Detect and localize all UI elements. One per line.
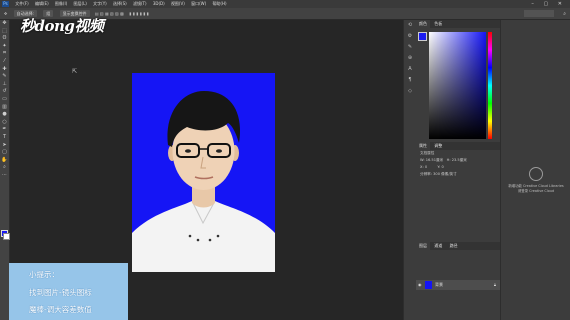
layer-thumbnail — [425, 281, 432, 289]
width-value[interactable]: 16.51厘米 — [426, 158, 443, 162]
lock-icon: 🔒︎ — [493, 282, 496, 287]
eraser-icon[interactable]: ▭ — [0, 96, 9, 104]
color-picker[interactable] — [429, 32, 492, 139]
tip-line-2: 魔棒-调大容差数值 — [29, 305, 92, 314]
glyphs-icon[interactable]: ◇ — [404, 86, 416, 97]
gradient-icon[interactable]: ▥ — [0, 104, 9, 112]
layers-panel: 图层 通道 路径 ◉ 背景 🔒︎ — [416, 242, 500, 320]
properties-tabs: 属性 调整 — [416, 142, 500, 150]
blur-icon[interactable]: ● — [0, 111, 9, 119]
menu-file[interactable]: 文件(F) — [15, 0, 28, 8]
layer-name: 背景 — [435, 282, 443, 287]
cursor-icon: ⇱ — [72, 68, 78, 75]
color-panel-tabs: 颜色 色板 — [416, 20, 500, 28]
menu-view[interactable]: 视图(V) — [171, 0, 185, 8]
magic-wand-icon[interactable]: ✦ — [0, 43, 9, 51]
menu-layer[interactable]: 图层(L) — [74, 0, 87, 8]
lasso-icon[interactable]: ʘ — [0, 35, 9, 43]
menu-image[interactable]: 图像(I) — [55, 0, 67, 8]
saturation-field[interactable] — [429, 32, 486, 139]
tip-line-1: 找到图片-镜头图标 — [29, 288, 92, 297]
more-tools-icon[interactable]: ⋯ — [0, 172, 9, 180]
menu-window[interactable]: 窗口(W) — [191, 0, 206, 8]
y-label: Y — [437, 165, 440, 169]
properties-title: 文档属性 — [420, 151, 435, 155]
height-value[interactable]: 23.5厘米 — [452, 158, 467, 162]
crop-icon[interactable]: ⌗ — [0, 50, 9, 58]
height-label: H — [446, 158, 450, 162]
tip-title: 小提示： — [29, 270, 59, 279]
size-row: W: 16.51厘米 H: 23.5厘米 — [420, 158, 467, 162]
y-value[interactable]: 0 — [441, 165, 443, 169]
marquee-icon[interactable]: ⬚ — [0, 28, 9, 36]
resolution-row: 分辨率: 300 像素/英寸 — [420, 172, 457, 176]
watermark-logo: 秒dong视频 — [20, 17, 104, 35]
panel-icon-strip: ⟲ ⚙ ✎ ⊕ A ¶ ◇ — [403, 20, 417, 320]
brush-icon[interactable]: ✎ — [0, 73, 9, 81]
x-label: X — [420, 165, 423, 169]
history-brush-icon[interactable]: ↺ — [0, 88, 9, 96]
photoshop-app-icon[interactable]: Ps — [2, 1, 9, 7]
type-icon[interactable]: T — [0, 134, 9, 142]
menu-select[interactable]: 选择(S) — [113, 0, 127, 8]
menu-edit[interactable]: 编辑(E) — [35, 0, 49, 8]
creative-cloud-icon — [529, 167, 543, 181]
id-photo[interactable] — [132, 73, 275, 272]
shape-icon[interactable]: ▢ — [0, 149, 9, 157]
brush-panel-icon[interactable]: ✎ — [404, 42, 416, 53]
eyedropper-icon[interactable]: ⁄ — [0, 58, 9, 66]
right-panels: 颜色 色板 属性 调整 文档属性 W: 16.51厘米 H: 23.5厘米 X:… — [416, 20, 500, 320]
pen-icon[interactable]: ✒ — [0, 126, 9, 134]
tip-box: 小提示： 找到图片-镜头图标 魔棒-调大容差数值 — [9, 263, 128, 320]
move-icon[interactable]: ✥ — [0, 20, 9, 28]
menu-filter[interactable]: 滤镜(T) — [133, 0, 147, 8]
position-row: X: 0 Y: 0 — [420, 165, 444, 169]
tab-layers[interactable]: 图层 — [416, 242, 430, 250]
properties-icon[interactable]: ⚙ — [404, 31, 416, 42]
portrait-illustration — [132, 73, 275, 272]
tab-swatches[interactable]: 色板 — [431, 20, 445, 28]
move-tool-icon[interactable]: ✥ — [4, 8, 7, 19]
workspace-selector[interactable] — [524, 10, 554, 17]
libraries-message: 新增功能 Creative Cloud Libraries 请登录 Creati… — [505, 184, 567, 194]
history-icon[interactable]: ⟲ — [404, 20, 416, 31]
distribute-icon[interactable]: ▮ ▮ ▮ ▮ ▮ ▮ — [129, 8, 149, 19]
tab-channels[interactable]: 通道 — [431, 242, 445, 250]
zoom-icon[interactable]: ⌕ — [0, 164, 9, 172]
dodge-icon[interactable]: ○ — [0, 119, 9, 127]
color-panel-foreground-swatch[interactable] — [418, 32, 427, 41]
tab-adjustments[interactable]: 调整 — [431, 142, 445, 150]
layers-tabs: 图层 通道 路径 — [416, 242, 500, 250]
clone-panel-icon[interactable]: ⊕ — [404, 53, 416, 64]
stamp-icon[interactable]: ⊥ — [0, 81, 9, 89]
layer-row[interactable]: ◉ 背景 🔒︎ — [416, 280, 500, 290]
x-value[interactable]: 0 — [425, 165, 427, 169]
search-icon[interactable]: ⌕ — [563, 9, 566, 19]
properties-panel: 属性 调整 文档属性 W: 16.51厘米 H: 23.5厘米 X: 0 Y: … — [416, 142, 500, 178]
background-color-swatch[interactable] — [3, 233, 10, 240]
width-label: W — [420, 158, 424, 162]
healing-icon[interactable]: ✚ — [0, 66, 9, 74]
character-icon[interactable]: A — [404, 64, 416, 75]
path-select-icon[interactable]: ➤ — [0, 142, 9, 150]
libraries-line-2[interactable]: 请登录 Creative Cloud — [505, 189, 567, 194]
menu-type[interactable]: 文字(Y) — [93, 0, 107, 8]
paragraph-icon[interactable]: ¶ — [404, 75, 416, 86]
tab-paths[interactable]: 路径 — [447, 242, 461, 250]
menu-3d[interactable]: 3D(D) — [153, 0, 165, 8]
menu-bar: Ps 文件(F) 编辑(E) 图像(I) 图层(L) 文字(Y) 选择(S) 滤… — [0, 0, 570, 8]
libraries-panel: 新增功能 Creative Cloud Libraries 请登录 Creati… — [500, 20, 570, 320]
hue-slider[interactable] — [488, 32, 492, 139]
visibility-eye-icon[interactable]: ◉ — [418, 280, 422, 290]
hand-icon[interactable]: ✋ — [0, 157, 9, 165]
menu-help[interactable]: 帮助(H) — [212, 0, 226, 8]
window-controls[interactable]: – ▢ ✕ — [531, 0, 566, 8]
tab-properties[interactable]: 属性 — [416, 142, 430, 150]
tab-color[interactable]: 颜色 — [416, 20, 430, 28]
